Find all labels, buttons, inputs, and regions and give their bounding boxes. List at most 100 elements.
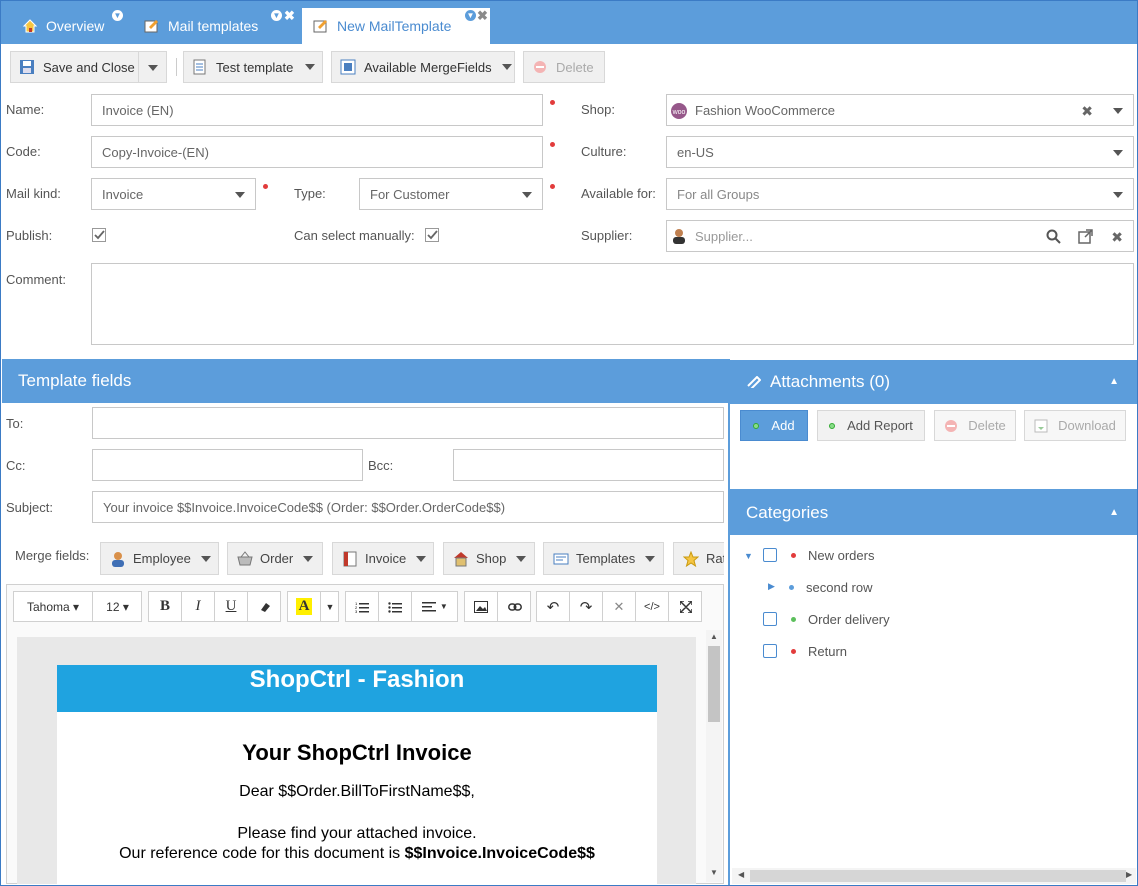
reference-code: $$Invoice.InvoiceCode$$ <box>404 845 595 862</box>
font-size-value: 12 <box>106 599 120 614</box>
chevron-down-icon[interactable]: ▼ <box>321 592 339 621</box>
font-color-icon[interactable]: A <box>288 592 321 621</box>
shop-select[interactable]: woo Fashion WooCommerce ✖ <box>666 94 1134 126</box>
chevron-down-icon <box>1113 150 1123 156</box>
underline-icon[interactable]: U <box>215 592 248 621</box>
panel-divider <box>728 359 730 886</box>
merge-templates-button[interactable]: Templates <box>543 542 664 575</box>
merge-employee-button[interactable]: Employee <box>100 542 219 575</box>
type-value: For Customer <box>370 187 450 202</box>
expand-icon[interactable]: ▼ <box>744 551 753 561</box>
code-field[interactable]: Copy-Invoice-(EN) <box>91 136 543 168</box>
insert-toolbar-group <box>464 591 531 622</box>
tab-overview[interactable]: Overview <box>22 8 104 44</box>
merge-shop-button[interactable]: Shop <box>443 542 535 575</box>
name-field[interactable]: Invoice (EN) <box>91 94 543 126</box>
tab-menu-icon[interactable]: ▼ <box>271 10 282 21</box>
chevron-down-icon[interactable] <box>148 65 158 71</box>
supplier-field[interactable]: Supplier... ✖ <box>666 220 1134 252</box>
type-select[interactable]: For Customer <box>359 178 543 210</box>
font-family-select[interactable]: Tahoma ▾ <box>14 592 93 621</box>
clear-icon[interactable]: ✖ <box>1081 95 1093 125</box>
bcc-field[interactable] <box>453 449 724 481</box>
person-icon <box>673 229 685 244</box>
status-dot <box>791 649 796 654</box>
chevron-down-icon <box>200 555 211 562</box>
available-for-value: For all Groups <box>677 187 760 202</box>
scrollbar-thumb[interactable] <box>750 870 1126 882</box>
editor-canvas[interactable]: ShopCtrl - Fashion Your ShopCtrl Invoice… <box>17 637 696 884</box>
close-icon[interactable]: ✖ <box>477 8 488 24</box>
chevron-down-icon <box>303 555 314 562</box>
to-field[interactable] <box>92 407 724 439</box>
bold-icon[interactable]: B <box>149 592 182 621</box>
merge-rating-button[interactable]: Rat <box>673 542 724 575</box>
category-second-row[interactable]: second row <box>806 580 872 595</box>
add-icon <box>753 422 760 429</box>
category-checkbox[interactable] <box>763 612 777 626</box>
tab-menu-icon[interactable]: ▼ <box>465 10 476 21</box>
delete-attachment-button[interactable]: Delete <box>934 410 1016 441</box>
category-order-delivery[interactable]: Order delivery <box>808 612 890 627</box>
horizontal-scrollbar[interactable]: ◀ ▶ <box>732 868 1136 884</box>
category-checkbox[interactable] <box>763 644 777 658</box>
eraser-icon[interactable] <box>248 592 281 621</box>
expand-icon[interactable]: ▶ <box>768 581 775 592</box>
available-mergefields-button[interactable]: Available MergeFields <box>331 51 515 83</box>
align-icon[interactable]: ▼ <box>412 592 458 621</box>
unordered-list-icon[interactable] <box>379 592 412 621</box>
categories-header: Categories ▲ <box>730 491 1137 535</box>
can-select-checkbox[interactable] <box>425 228 439 242</box>
cc-field[interactable] <box>92 449 363 481</box>
search-icon[interactable] <box>1046 229 1061 244</box>
test-template-button[interactable]: Test template <box>183 51 323 83</box>
collapse-icon[interactable]: ▲ <box>1109 360 1119 404</box>
reference-prefix: Our reference code for this document is <box>119 845 405 862</box>
font-family-value: Tahoma <box>26 599 70 614</box>
redo-icon[interactable]: ↷ <box>570 592 603 621</box>
editor-scrollbar[interactable]: ▲ ▼ <box>706 630 722 882</box>
scrollbar-thumb[interactable] <box>708 646 720 722</box>
collapse-icon[interactable]: ▲ <box>1109 491 1119 535</box>
save-close-button[interactable]: Save and Close <box>10 51 167 83</box>
category-return[interactable]: Return <box>808 644 847 659</box>
undo-icon[interactable]: ↶ <box>537 592 570 621</box>
merge-button-label: Templates <box>576 551 636 566</box>
merge-invoice-button[interactable]: Invoice <box>332 542 434 575</box>
image-icon[interactable] <box>465 592 498 621</box>
delete-button[interactable]: Delete <box>523 51 605 83</box>
italic-icon[interactable]: I <box>182 592 215 621</box>
category-checkbox[interactable] <box>763 548 777 562</box>
test-template-label: Test template <box>216 59 294 75</box>
ordered-list-icon[interactable]: 123 <box>346 592 379 621</box>
merge-order-button[interactable]: Order <box>227 542 323 575</box>
culture-label: Culture: <box>581 144 627 159</box>
tab-new-mailtemplate[interactable]: New MailTemplate <box>302 8 490 44</box>
link-icon[interactable] <box>498 592 531 621</box>
close-icon[interactable]: ✖ <box>284 8 295 24</box>
clear-format-icon[interactable]: ✕ <box>603 592 636 621</box>
download-button[interactable]: Download <box>1024 410 1126 441</box>
clear-icon[interactable]: ✖ <box>1111 221 1123 251</box>
add-report-button[interactable]: Add Report <box>817 410 925 441</box>
publish-label: Publish: <box>6 228 53 243</box>
basket-icon <box>237 550 253 567</box>
comment-field[interactable] <box>91 263 1134 345</box>
open-external-icon[interactable] <box>1078 229 1093 244</box>
available-for-select[interactable]: For all Groups <box>666 178 1134 210</box>
merge-fields-label: Merge fields: <box>15 548 90 563</box>
publish-checkbox[interactable] <box>92 228 106 242</box>
font-size-select[interactable]: 12 ▾ <box>93 592 142 621</box>
mailkind-select[interactable]: Invoice <box>91 178 256 210</box>
add-attachment-button[interactable]: Add <box>740 410 808 441</box>
subject-field[interactable]: Your invoice $$Invoice.InvoiceCode$$ (Or… <box>92 491 724 523</box>
category-new-orders[interactable]: New orders <box>808 548 874 563</box>
tab-menu-icon[interactable]: ▼ <box>112 10 123 21</box>
fullscreen-icon[interactable] <box>669 592 702 621</box>
culture-select[interactable]: en-US <box>666 136 1134 168</box>
tab-mail-templates[interactable]: Mail templates <box>144 8 258 44</box>
tab-bar: Overview ▼ Mail templates ▼ ✖ New MailTe… <box>0 0 1138 44</box>
status-dot <box>791 553 796 558</box>
add-label: Add <box>771 418 795 433</box>
code-view-icon[interactable]: </> <box>636 592 669 621</box>
